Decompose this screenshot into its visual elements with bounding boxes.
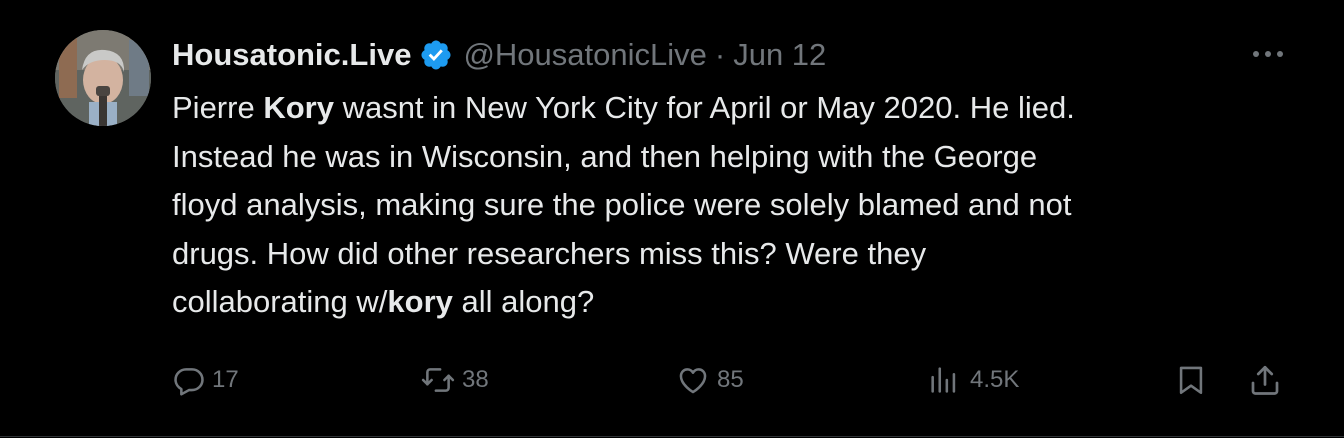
bookmark-icon bbox=[1174, 361, 1208, 399]
repost-button[interactable]: 38 bbox=[420, 352, 489, 408]
highlighted-term: Kory bbox=[263, 90, 334, 125]
tweet-header: Housatonic.Live @HousatonicLive · Jun 12 bbox=[172, 33, 826, 77]
like-count: 85 bbox=[717, 366, 744, 393]
verified-badge-icon bbox=[419, 38, 453, 72]
highlighted-term: kory bbox=[387, 284, 453, 319]
repost-icon bbox=[420, 363, 456, 397]
text-run: collaborating w/ bbox=[172, 284, 388, 319]
author-name[interactable]: Housatonic.Live bbox=[172, 37, 411, 73]
tweet-date[interactable]: Jun 12 bbox=[733, 37, 826, 73]
text-run: drugs. How did other researchers miss th… bbox=[172, 235, 927, 271]
share-button[interactable] bbox=[1247, 352, 1283, 408]
avatar-image bbox=[55, 30, 151, 126]
bookmark-button[interactable] bbox=[1174, 352, 1208, 408]
more-icon[interactable] bbox=[1248, 40, 1288, 68]
author-handle[interactable]: @HousatonicLive bbox=[463, 37, 706, 73]
divider bbox=[0, 436, 1344, 437]
tweet-text: Pierre Kory wasnt in New York City for A… bbox=[172, 84, 1322, 327]
tweet-line: collaborating w/kory all along? bbox=[172, 278, 1322, 327]
tweet-line: Instead he was in Wisconsin, and then he… bbox=[172, 133, 1322, 182]
reply-count: 17 bbox=[212, 366, 239, 393]
header-separator: · bbox=[714, 37, 726, 72]
views-icon bbox=[924, 363, 964, 397]
share-icon bbox=[1247, 361, 1283, 399]
reply-button[interactable]: 17 bbox=[172, 352, 239, 408]
action-bar: 17 38 85 4.5K bbox=[0, 352, 1344, 408]
views-count: 4.5K bbox=[970, 366, 1020, 393]
avatar[interactable] bbox=[55, 30, 151, 126]
views-button[interactable]: 4.5K bbox=[924, 352, 1019, 408]
tweet-line: floyd analysis, making sure the police w… bbox=[172, 181, 1322, 230]
text-run: floyd analysis, making sure the police w… bbox=[172, 187, 1072, 222]
tweet-line: drugs. How did other researchers miss th… bbox=[172, 230, 1322, 279]
tweet[interactable]: Housatonic.Live @HousatonicLive · Jun 12… bbox=[0, 0, 1344, 438]
like-icon bbox=[675, 363, 711, 397]
text-run: Pierre bbox=[172, 90, 264, 125]
repost-count: 38 bbox=[462, 366, 489, 393]
like-button[interactable]: 85 bbox=[675, 352, 744, 408]
text-run: all along? bbox=[452, 284, 595, 319]
text-run: wasnt in New York City for April or May … bbox=[333, 90, 1075, 125]
reply-icon bbox=[172, 363, 206, 397]
text-run: Instead he was in Wisconsin, and then he… bbox=[172, 138, 1038, 174]
tweet-line: Pierre Kory wasnt in New York City for A… bbox=[172, 84, 1322, 133]
